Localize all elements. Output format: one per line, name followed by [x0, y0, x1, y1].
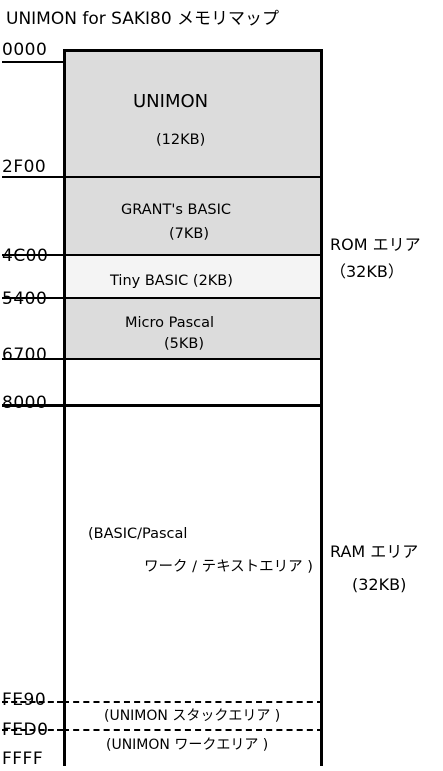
divider-8000: [63, 404, 323, 407]
address-5400: 5400: [2, 289, 48, 309]
work-area-line1: (BASIC/Pascal: [88, 526, 188, 542]
grant-basic-size: (7KB): [169, 226, 209, 242]
micro-pascal-size: (5KB): [164, 336, 204, 352]
tick-0000: [2, 61, 63, 63]
work-area-line2: ワーク / テキストエリア ): [144, 559, 313, 575]
divider-fe90: [63, 701, 323, 703]
address-0000: 0000: [2, 40, 48, 60]
tiny-basic-name: Tiny BASIC: [110, 273, 189, 289]
micro-pascal-name: Micro Pascal: [125, 315, 215, 331]
address-4c00: 4C00: [2, 246, 49, 266]
divider-6700: [63, 358, 323, 360]
grant-basic-name: GRANT's BASIC: [121, 202, 231, 218]
divider-2f00: [63, 176, 323, 178]
rom-area-name: ROM エリア: [330, 235, 421, 254]
unimon-stack-area: (UNIMON スタックエリア ): [104, 708, 281, 724]
tiny-basic-label: Tiny BASIC (2KB): [110, 272, 233, 290]
rom-area-size: （32KB）: [330, 262, 404, 281]
address-2f00: 2F00: [2, 157, 47, 177]
diagram-title: UNIMON for SAKI80 メモリマップ: [6, 9, 280, 29]
address-6700: 6700: [2, 345, 48, 365]
divider-fed0: [63, 729, 323, 731]
address-fe90: FE90: [2, 690, 47, 710]
divider-4c00: [63, 254, 323, 256]
address-ffff: FFFF: [2, 749, 44, 769]
unimon-work-area: (UNIMON ワークエリア ): [106, 737, 269, 753]
address-fed0: FED0: [2, 720, 49, 740]
unimon-name: UNIMON: [133, 91, 209, 112]
ram-area-name: RAM エリア: [330, 542, 419, 561]
tiny-basic-size: (2KB): [192, 273, 233, 289]
ram-area-size: (32KB): [352, 575, 407, 594]
unimon-size: (12KB): [156, 132, 206, 148]
address-8000: 8000: [2, 393, 48, 413]
divider-5400: [63, 297, 323, 299]
